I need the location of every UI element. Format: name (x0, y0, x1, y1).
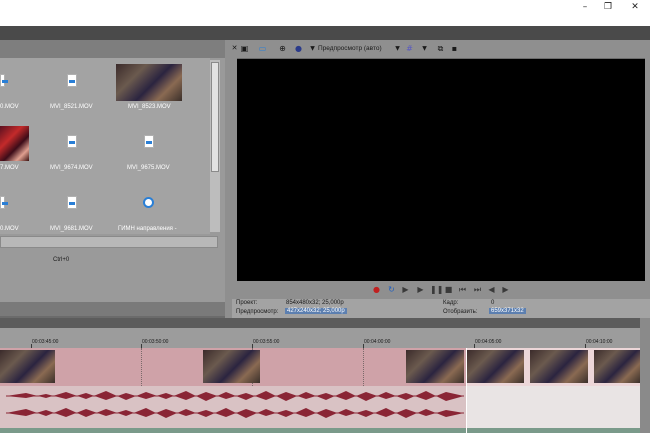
media-item-label[interactable]: MVI_9675.MOV (127, 165, 170, 171)
video-file-icon[interactable] (67, 196, 77, 209)
stop-icon[interactable]: ■ (444, 285, 453, 294)
next-frame-icon[interactable]: ▶ (501, 285, 510, 294)
time-tick-label: 00:03:50:00 (142, 339, 169, 345)
audio-track-footer (0, 428, 640, 433)
frame-value: 0 (491, 300, 495, 306)
save-snapshot-icon[interactable]: ▪ (450, 44, 459, 53)
pause-icon[interactable]: ❚❚ (430, 285, 443, 294)
loop-icon[interactable]: ↻ (387, 285, 396, 294)
audio-waveform-right (6, 408, 464, 418)
menu-strip (0, 26, 650, 40)
explorer-scrollbar-thumb[interactable] (211, 62, 219, 172)
video-thumbnail[interactable] (116, 64, 182, 101)
video-file-icon[interactable] (0, 196, 8, 209)
time-tick-label: 00:03:45:00 (32, 339, 59, 345)
go-to-start-icon[interactable]: ⏮ (458, 285, 467, 294)
media-item-label[interactable]: MVI_8521.MOV (50, 104, 93, 110)
overlays-icon[interactable]: # (405, 44, 414, 53)
explorer-tab-strip (0, 302, 232, 316)
timeline-top-bar (0, 318, 650, 328)
video-clip[interactable] (203, 350, 260, 383)
preview-label: Предпросмотр: (236, 309, 279, 315)
playhead-cursor[interactable] (466, 348, 467, 433)
record-icon[interactable]: ● (372, 285, 381, 294)
media-item-label[interactable]: MVI_8523.MOV (128, 104, 171, 110)
audio-file-icon[interactable] (143, 197, 154, 208)
project-properties-icon[interactable]: ▣ (240, 44, 249, 53)
video-file-icon[interactable] (67, 74, 77, 87)
video-file-icon[interactable] (144, 135, 154, 148)
audio-waveform-left (6, 391, 464, 401)
media-item-label[interactable]: 7.MOV (0, 165, 19, 171)
video-file-icon[interactable] (0, 74, 8, 87)
chevron-down-icon[interactable]: ▼ (420, 44, 429, 53)
preview-quality-icon[interactable]: ● (294, 44, 303, 53)
window-title-bar: – ❐ ✕ (0, 0, 650, 26)
video-clip[interactable] (0, 350, 55, 383)
close-icon[interactable]: ✕ (230, 44, 239, 53)
video-preview-area (237, 59, 645, 281)
explorer-header (0, 40, 225, 58)
copy-snapshot-icon[interactable]: ⧉ (436, 44, 445, 53)
project-value: 854x480x32; 25,000р (286, 300, 344, 306)
play-icon[interactable]: ▶ (416, 285, 425, 294)
explorer-status-box (0, 236, 218, 248)
time-tick-label: 00:04:10:00 (586, 339, 613, 345)
project-label: Проект: (236, 300, 258, 306)
shortcut-hint: Ctrl+0 (53, 257, 70, 263)
preview-mode-dropdown[interactable]: Предпросмотр (авто) (318, 45, 382, 52)
time-tick-label: 00:04:00:00 (364, 339, 391, 345)
fx-icon[interactable]: ⊕ (278, 44, 287, 53)
audio-track-unselected[interactable] (466, 386, 640, 428)
frame-label: Кадр: (443, 300, 459, 306)
media-item-label[interactable]: ГИМН направления - (118, 226, 177, 232)
chevron-down-icon[interactable]: ▼ (308, 44, 317, 53)
maximize-button[interactable]: ❐ (595, 0, 621, 14)
external-monitor-icon[interactable]: ▭ (258, 44, 267, 53)
time-tick-label: 00:03:55:00 (253, 339, 280, 345)
media-item-label[interactable]: MVI_9681.MOV (50, 226, 93, 232)
media-item-label[interactable]: MVI_9674.MOV (50, 165, 93, 171)
timeline-ruler[interactable] (0, 328, 640, 348)
video-clip[interactable] (594, 350, 640, 383)
display-value: 659x371x32 (489, 308, 526, 314)
video-clip[interactable] (467, 350, 524, 383)
media-item-label[interactable]: 0.MOV (0, 226, 19, 232)
media-item-label[interactable]: 0.MOV (0, 104, 19, 110)
close-button[interactable]: ✕ (622, 0, 648, 14)
time-tick-label: 00:04:05:00 (475, 339, 502, 345)
preview-side-grip[interactable] (225, 58, 237, 318)
timeline-scrollbar[interactable] (640, 318, 650, 433)
video-clip[interactable] (530, 350, 588, 383)
video-clip[interactable] (406, 350, 464, 383)
chevron-down-icon[interactable]: ▼ (393, 44, 402, 53)
go-to-end-icon[interactable]: ⏭ (473, 285, 482, 294)
play-from-start-icon[interactable]: ▶ (401, 285, 410, 294)
display-label: Отобразить: (443, 309, 478, 315)
preview-value: 427x240x32; 25,000р (285, 308, 347, 314)
preview-edge (645, 58, 650, 318)
video-file-icon[interactable] (67, 135, 77, 148)
previous-frame-icon[interactable]: ◀ (487, 285, 496, 294)
video-thumbnail[interactable] (0, 126, 29, 161)
